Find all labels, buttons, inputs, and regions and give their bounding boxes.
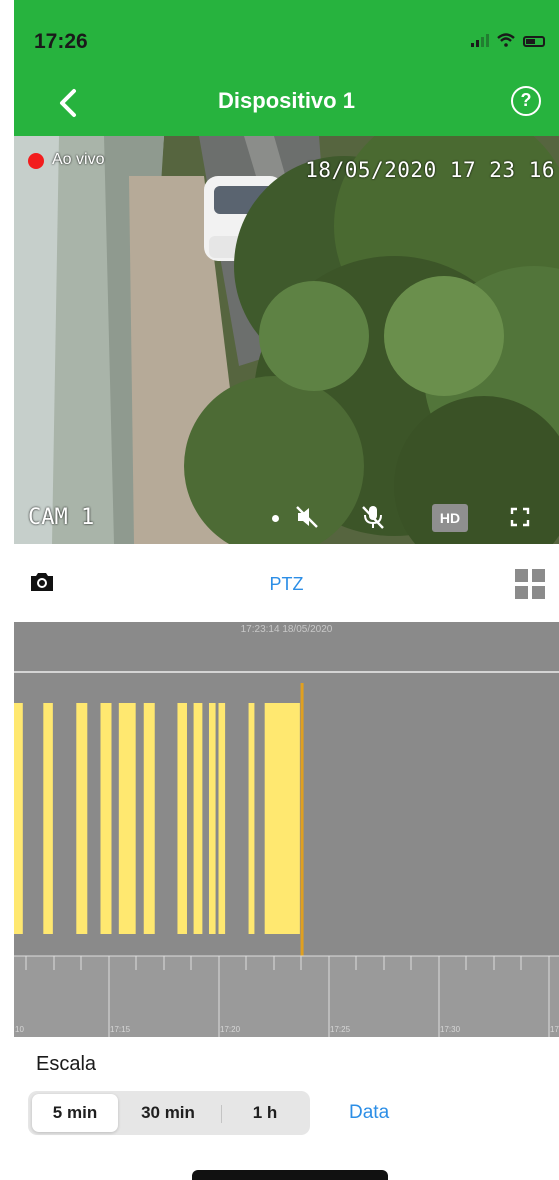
help-circle-icon: ? xyxy=(520,90,532,110)
timeline-tick-label: 17:20 xyxy=(220,1025,241,1034)
ptz-button[interactable]: PTZ xyxy=(270,574,304,594)
timeline-tick-label: 17:25 xyxy=(330,1025,351,1034)
fullscreen-button[interactable] xyxy=(506,504,534,530)
recording-segment xyxy=(143,703,155,934)
timeline-playhead xyxy=(300,683,304,963)
header: 17:26 Dispositivo 1 ? xyxy=(14,0,559,136)
status-time: 17:26 xyxy=(34,30,88,53)
recording-segment xyxy=(14,703,23,934)
home-indicator xyxy=(192,1170,388,1180)
segment-divider xyxy=(221,1105,222,1123)
recording-segment xyxy=(264,703,300,934)
video-timestamp: 18/05/2020 17 23 16 xyxy=(305,158,555,182)
recording-segment xyxy=(193,703,203,934)
scale-option-1-h[interactable]: 1 h xyxy=(224,1094,306,1132)
mic-muted-icon xyxy=(362,506,384,529)
app-screen: 17:26 Dispositivo 1 ? Ao vivo 18/05/2020… xyxy=(14,0,559,1180)
recording-segment xyxy=(177,703,187,934)
signal-icon xyxy=(471,34,489,47)
grid-icon xyxy=(532,569,545,582)
battery-icon xyxy=(523,36,545,47)
timeline-tick-label: 10 xyxy=(15,1025,24,1034)
speaker-muted-icon xyxy=(296,506,318,528)
grid-icon xyxy=(515,586,528,599)
scale-option-30-min[interactable]: 30 min xyxy=(122,1094,214,1132)
recording-timeline[interactable]: 17:23:14 18/05/2020 10 17:15 17:20 17:25 17:… xyxy=(14,622,559,1037)
snapshot-button[interactable] xyxy=(29,571,55,598)
timeline-ruler xyxy=(14,956,559,1037)
scale-option-5-min[interactable]: 5 min xyxy=(32,1094,118,1132)
recording-segment xyxy=(43,703,53,934)
live-indicator-dot xyxy=(28,153,44,169)
timeline-tick-label: 17:15 xyxy=(110,1025,131,1034)
recording-segment xyxy=(248,703,255,934)
recording-segment xyxy=(208,703,216,934)
date-link[interactable]: Data xyxy=(349,1102,389,1124)
live-label: Ao vivo xyxy=(52,151,105,168)
mute-audio-button[interactable] xyxy=(292,504,322,530)
page-dot xyxy=(272,515,279,522)
recording-segment xyxy=(76,703,88,934)
recording-segment xyxy=(100,703,112,934)
grid-icon xyxy=(532,586,545,599)
scale-title: Escala xyxy=(36,1053,97,1075)
timeline-tick-label: 17 xyxy=(550,1025,559,1034)
camera-label: CAM 1 xyxy=(28,505,95,530)
layout-button[interactable] xyxy=(515,569,545,599)
hd-button[interactable]: HD xyxy=(432,504,468,532)
timeline-track xyxy=(14,683,559,1037)
recording-segment xyxy=(118,703,136,934)
page-title: Dispositivo 1 xyxy=(218,88,355,113)
fullscreen-icon xyxy=(510,507,530,527)
wifi-icon xyxy=(497,33,515,47)
status-icons xyxy=(471,33,545,47)
grid-icon xyxy=(515,569,528,582)
scale-selector: 5 min 30 min 1 h xyxy=(28,1091,310,1135)
mute-mic-button[interactable] xyxy=(358,504,388,530)
live-video[interactable]: Ao vivo 18/05/2020 17 23 16 CAM 1 HD xyxy=(14,136,559,544)
ptz-label-wrap: PTZ xyxy=(14,574,559,595)
recording-segment xyxy=(218,703,226,934)
toolbar: PTZ xyxy=(14,544,559,622)
camera-icon xyxy=(31,573,53,591)
help-button[interactable]: ? xyxy=(511,86,541,116)
timeline-tick-label: 17:30 xyxy=(440,1025,461,1034)
video-frame xyxy=(14,136,559,544)
